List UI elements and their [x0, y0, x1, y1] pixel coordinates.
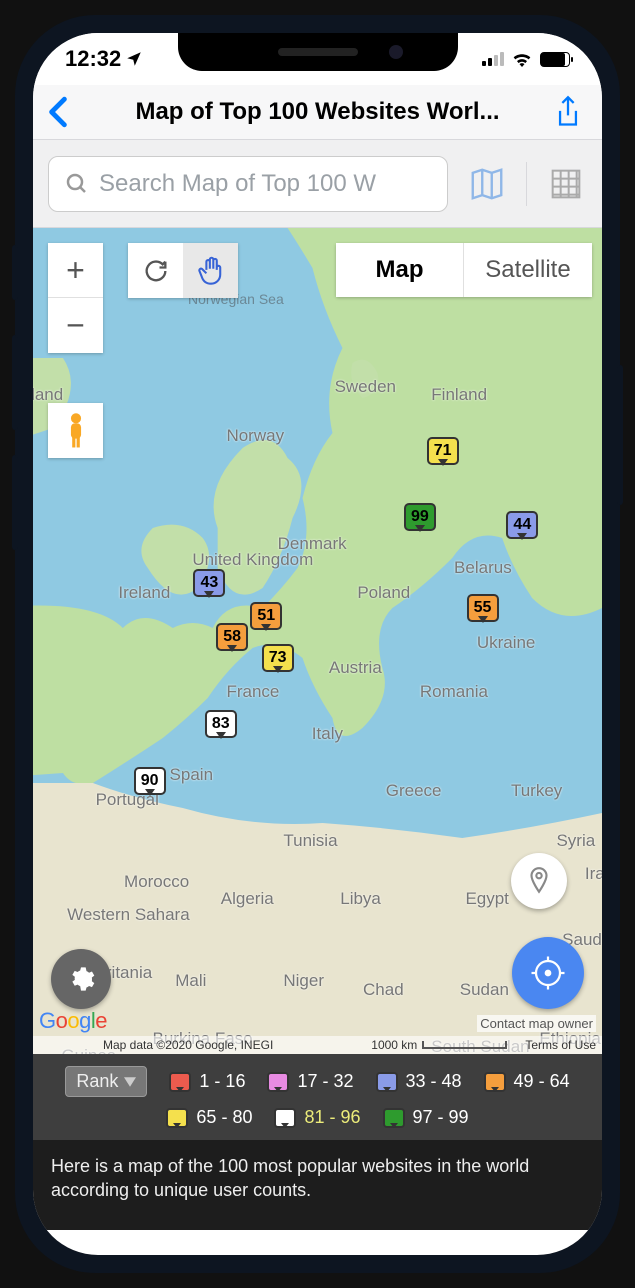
chevron-left-icon: [47, 96, 69, 128]
legend-label: 1 - 16: [199, 1071, 245, 1092]
reload-icon: [142, 257, 170, 285]
map-tiles: [33, 228, 602, 1054]
share-icon: [554, 95, 582, 129]
contact-owner-link[interactable]: Contact map owner: [477, 1015, 596, 1032]
pin-icon: [526, 866, 552, 896]
battery-icon: [540, 52, 570, 67]
drop-pin-button[interactable]: [511, 853, 567, 909]
maptype-satellite[interactable]: Satellite: [464, 243, 592, 297]
legend-dropdown-label: Rank: [76, 1071, 118, 1092]
nav-bar: Map of Top 100 Websites Worl...: [33, 85, 602, 140]
map-marker[interactable]: 58: [216, 623, 248, 651]
legend-label: 17 - 32: [297, 1071, 353, 1092]
map-marker[interactable]: 43: [193, 569, 225, 597]
map-view-button[interactable]: [466, 163, 508, 205]
location-arrow-icon: [125, 50, 143, 68]
page-title: Map of Top 100 Websites Worl...: [87, 98, 548, 126]
terms-link[interactable]: Terms of Use: [525, 1038, 596, 1052]
legend-item[interactable]: 17 - 32: [267, 1071, 353, 1092]
hand-icon: [197, 256, 225, 286]
description: Here is a map of the 100 most popular we…: [33, 1140, 602, 1230]
phone-inner: 12:32 Map of Top 100 Websites Worl...: [33, 33, 602, 1255]
legend-swatch: [383, 1108, 405, 1128]
share-button[interactable]: [548, 95, 588, 129]
pegman-icon: [63, 412, 89, 450]
map-marker[interactable]: 51: [250, 602, 282, 630]
notch: [178, 33, 458, 71]
map-icon: [468, 165, 506, 203]
map-attribution: Map data ©2020 Google, INEGI 1000 km Ter…: [33, 1036, 602, 1054]
settings-button[interactable]: [51, 949, 111, 1009]
map-data-text: Map data ©2020 Google, INEGI: [103, 1038, 273, 1052]
map-marker[interactable]: 55: [467, 594, 499, 622]
wifi-icon: [512, 52, 532, 67]
google-logo: Google: [39, 1008, 107, 1034]
map-marker[interactable]: 90: [134, 767, 166, 795]
legend-label: 81 - 96: [304, 1107, 360, 1128]
volume-down: [12, 455, 18, 550]
legend-dropdown[interactable]: Rank: [65, 1066, 147, 1097]
mute-switch: [12, 245, 18, 300]
search-toolbar: [33, 140, 602, 228]
grid-icon: [550, 168, 582, 200]
legend-item[interactable]: 49 - 64: [484, 1071, 570, 1092]
map-scale: 1000 km: [371, 1038, 507, 1052]
legend-swatch: [267, 1072, 289, 1092]
map-marker[interactable]: 83: [205, 710, 237, 738]
legend-swatch: [166, 1108, 188, 1128]
legend-swatch: [376, 1072, 398, 1092]
legend-item[interactable]: 65 - 80: [166, 1107, 252, 1128]
map-marker[interactable]: 73: [262, 644, 294, 672]
maptype-map[interactable]: Map: [336, 243, 464, 297]
speaker: [278, 48, 358, 56]
legend: Rank 1 - 16 17 - 32 33 - 48 49 - 64 65 - 80 8…: [33, 1054, 602, 1140]
locate-me-button[interactable]: [512, 937, 584, 1009]
clock: 12:32: [65, 46, 121, 72]
legend-label: 49 - 64: [514, 1071, 570, 1092]
map-tools: [128, 243, 238, 298]
crosshair-icon: [530, 955, 566, 991]
search-box[interactable]: [48, 156, 448, 212]
streetview-button[interactable]: [48, 403, 103, 458]
zoom-out-button[interactable]: −: [48, 298, 103, 353]
gear-icon: [67, 965, 95, 993]
legend-label: 65 - 80: [196, 1107, 252, 1128]
legend-label: 97 - 99: [413, 1107, 469, 1128]
legend-item[interactable]: 1 - 16: [169, 1071, 245, 1092]
chevron-down-icon: [124, 1077, 136, 1087]
map-marker[interactable]: 99: [404, 503, 436, 531]
map[interactable]: Norwegian Sea SwedenNorwayFinlandUnited …: [33, 228, 602, 1054]
phone-frame: 12:32 Map of Top 100 Websites Worl...: [15, 15, 620, 1273]
map-marker[interactable]: 71: [427, 437, 459, 465]
back-button[interactable]: [47, 96, 87, 128]
table-view-button[interactable]: [545, 163, 587, 205]
volume-up: [12, 335, 18, 430]
map-marker[interactable]: 44: [506, 511, 538, 539]
maptype-control: Map Satellite: [336, 243, 592, 297]
reload-button[interactable]: [128, 243, 183, 298]
legend-item[interactable]: 97 - 99: [383, 1107, 469, 1128]
legend-item[interactable]: 81 - 96: [274, 1107, 360, 1128]
legend-swatch: [484, 1072, 506, 1092]
zoom-in-button[interactable]: +: [48, 243, 103, 298]
toolbar-separator: [526, 162, 527, 206]
search-input[interactable]: [99, 170, 431, 198]
legend-swatch: [274, 1108, 296, 1128]
legend-item[interactable]: 33 - 48: [376, 1071, 462, 1092]
screen: 12:32 Map of Top 100 Websites Worl...: [33, 33, 602, 1255]
cellular-signal-icon: [482, 52, 504, 66]
legend-label: 33 - 48: [406, 1071, 462, 1092]
pan-button[interactable]: [183, 243, 238, 298]
front-camera: [389, 45, 403, 59]
legend-swatch: [169, 1072, 191, 1092]
search-icon: [65, 172, 89, 196]
zoom-control: + −: [48, 243, 103, 353]
power-button: [617, 365, 623, 505]
